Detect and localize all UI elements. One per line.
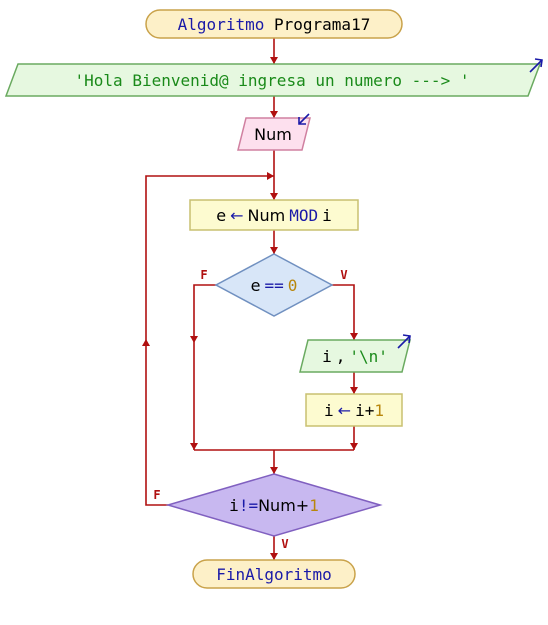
assign-e-target: e — [216, 206, 226, 225]
svg-text:i!=Num+1: i!=Num+1 — [229, 496, 319, 515]
greeting-string: 'Hola Bienvenid@ ingresa un numero ---> … — [75, 71, 470, 90]
assign-e-process: e ← Num MOD i — [189, 199, 359, 231]
write-i-comma: , — [336, 347, 346, 366]
assign-e-operator: MOD — [289, 206, 318, 225]
write-i-output: i , '\n' — [299, 334, 411, 373]
decision-e-left: e — [251, 276, 261, 295]
decision-e-op: == — [264, 276, 283, 295]
loop-left: i — [229, 496, 239, 515]
assign-arrow-icon: ← — [338, 401, 351, 420]
start-terminal: Algoritmo Programa17 — [145, 9, 403, 39]
assign-i-target: i — [324, 401, 334, 420]
read-num-var: Num — [254, 125, 292, 144]
decision-e-right: 0 — [288, 276, 298, 295]
assign-i-num: 1 — [374, 401, 384, 420]
write-i-newline-string: '\n' — [349, 347, 388, 366]
svg-text:i ← i+1: i ← i+1 — [324, 401, 384, 420]
loop-condition-decision: i!=Num+1 F V — [153, 473, 383, 551]
end-terminal: FinAlgoritmo — [192, 559, 356, 589]
end-keyword: FinAlgoritmo — [216, 565, 332, 584]
decision-e-true-label: V — [340, 268, 347, 282]
decision-e-false-label: F — [200, 268, 207, 282]
flowchart-canvas: Algoritmo Programa17 'Hola Bienvenid@ in… — [4, 9, 543, 589]
assign-arrow-icon: ← — [230, 206, 243, 225]
svg-text:i , '\n': i , '\n' — [322, 347, 388, 366]
write-i-var: i — [322, 347, 332, 366]
svg-text:e == 0: e == 0 — [251, 276, 298, 295]
loop-num: 1 — [309, 496, 319, 515]
loop-true-label: V — [281, 537, 288, 551]
assign-e-var: i — [322, 206, 332, 225]
decision-e-equals-zero: e == 0 F V — [200, 253, 348, 317]
loop-op: != — [239, 496, 258, 515]
assign-i-process: i ← i+1 — [305, 393, 403, 427]
svg-text:e ← Num MOD: e ← Num MOD i — [216, 206, 332, 225]
write-greeting-output: 'Hola Bienvenid@ ingresa un numero ---> … — [4, 58, 543, 97]
loop-mid: Num+ — [258, 496, 309, 515]
svg-text:Algoritmo Programa17: Algoritmo Programa17 — [178, 15, 371, 34]
start-keyword: Algoritmo — [178, 15, 265, 34]
read-num-input: Num — [237, 113, 311, 151]
start-name: Programa17 — [274, 15, 370, 34]
loop-false-label: F — [153, 488, 160, 502]
assign-i-expr: i+ — [355, 401, 374, 420]
assign-e-operand: Num — [248, 206, 286, 225]
